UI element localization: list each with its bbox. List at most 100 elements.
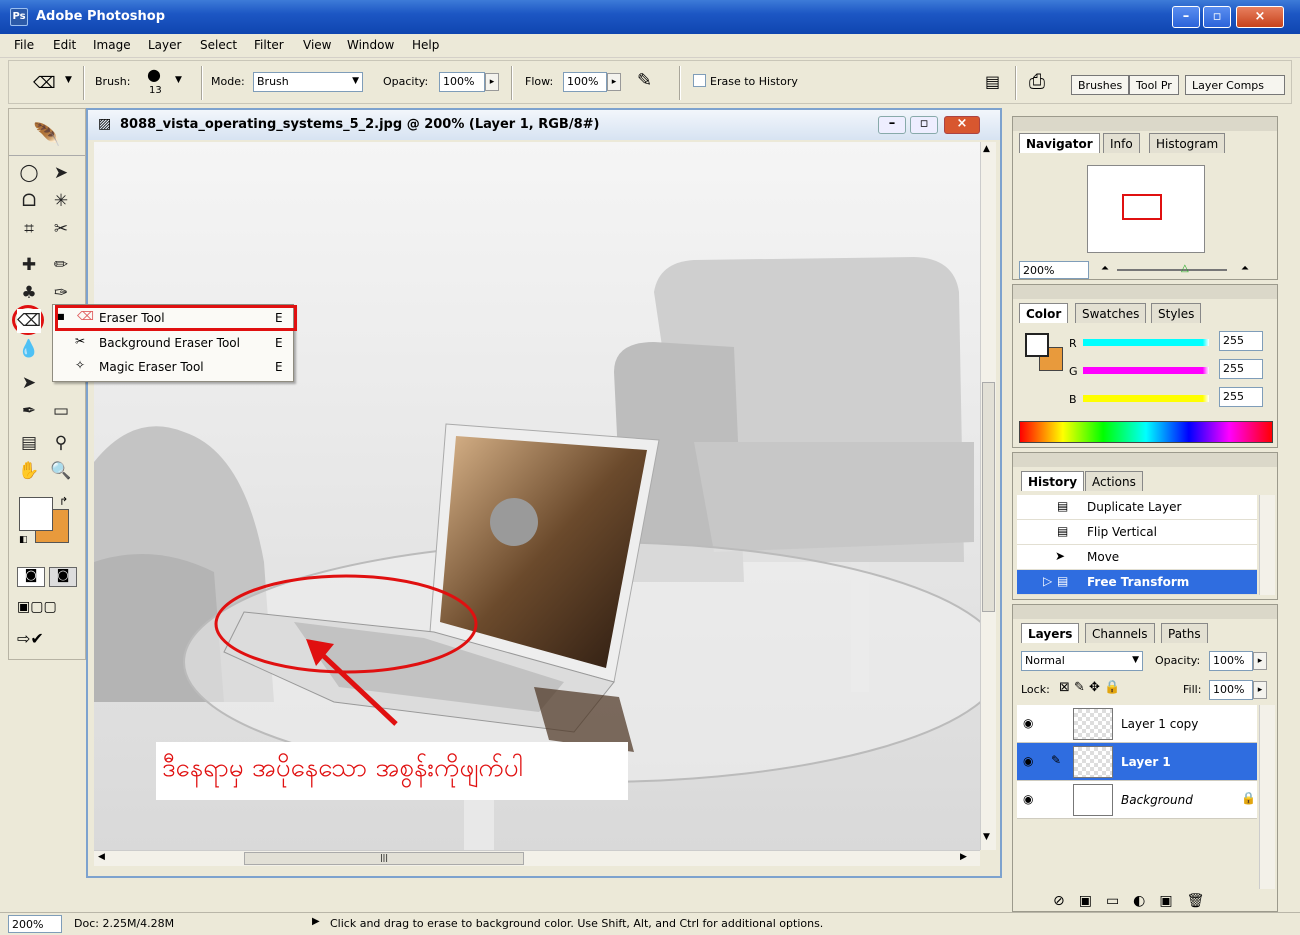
history-scrollbar[interactable]: [1259, 495, 1275, 595]
b-value-input[interactable]: 255: [1219, 387, 1263, 407]
tab-histogram[interactable]: Histogram: [1149, 133, 1226, 153]
crop-tool-icon[interactable]: ⌗: [17, 217, 41, 241]
menu-layer[interactable]: Layer: [148, 38, 181, 52]
quick-mask-icon[interactable]: ◙: [49, 567, 77, 587]
navigator-view-box[interactable]: [1122, 194, 1162, 220]
flyout-background-eraser-tool[interactable]: ✂ Background Eraser Tool E: [53, 332, 293, 356]
scroll-left-icon[interactable]: ◀: [98, 852, 105, 862]
history-item[interactable]: ➤ Move: [1017, 545, 1257, 570]
minimize-button[interactable]: –: [1172, 6, 1200, 28]
foreground-color-swatch[interactable]: [19, 497, 53, 531]
tab-history[interactable]: History: [1021, 471, 1085, 491]
status-zoom-input[interactable]: 200%: [8, 915, 62, 933]
history-item[interactable]: ▤ Duplicate Layer: [1017, 495, 1257, 520]
vertical-scroll-thumb[interactable]: [982, 382, 995, 612]
menu-help[interactable]: Help: [412, 38, 439, 52]
navigator-zoom-input[interactable]: 200%: [1019, 261, 1089, 279]
tab-layers[interactable]: Layers: [1021, 623, 1080, 643]
eraser-tool-icon[interactable]: ⌫: [17, 309, 41, 333]
move-tool-icon[interactable]: ➤: [49, 161, 73, 185]
tab-channels[interactable]: Channels: [1085, 623, 1155, 643]
doc-maximize-button[interactable]: ▫: [910, 116, 938, 134]
color-spectrum-bar[interactable]: [1019, 421, 1273, 443]
opacity-input[interactable]: 100%: [439, 72, 485, 92]
eyedropper-icon[interactable]: ⚲: [49, 431, 73, 455]
doc-minimize-button[interactable]: –: [878, 116, 906, 134]
image-canvas[interactable]: ဒီနေရာမှ အပိုနေသော အစွန်းကိုဖျက်ပါ: [94, 142, 980, 850]
erase-to-history-checkbox[interactable]: [693, 74, 706, 87]
flow-slider-button[interactable]: ▸: [607, 73, 621, 91]
pen-tool-icon[interactable]: ✒: [17, 399, 41, 423]
scroll-up-icon[interactable]: ▲: [983, 144, 990, 154]
hand-tool-icon[interactable]: ✋: [17, 459, 41, 483]
layer-row[interactable]: ◉ Background 🔒: [1017, 781, 1257, 819]
jump-to-imageready-icon[interactable]: ⇨✔: [17, 629, 44, 648]
file-browser-icon[interactable]: ▤: [985, 72, 1000, 91]
scroll-right-icon[interactable]: ▶: [960, 852, 967, 862]
zoom-out-icon[interactable]: ⏶: [1101, 263, 1109, 274]
eye-icon[interactable]: ◉: [1023, 754, 1033, 768]
airbrush-icon[interactable]: ✎: [637, 70, 652, 91]
shape-tool-icon[interactable]: ▭: [49, 399, 73, 423]
history-item-selected[interactable]: ▷ ▤ Free Transform: [1017, 570, 1257, 595]
blur-tool-icon[interactable]: 💧: [17, 337, 41, 361]
eye-icon[interactable]: ◉: [1023, 792, 1033, 806]
opacity-slider-button[interactable]: ▸: [485, 73, 499, 91]
maximize-button[interactable]: ▫: [1203, 6, 1231, 28]
vertical-scrollbar[interactable]: ▲ ▼: [980, 142, 996, 850]
menu-view[interactable]: View: [303, 38, 331, 52]
horizontal-scrollbar[interactable]: ◀ ||| ▶: [94, 850, 980, 866]
magic-wand-icon[interactable]: ✳: [49, 189, 73, 213]
default-colors-icon[interactable]: ◧: [19, 535, 28, 545]
close-button[interactable]: ×: [1236, 6, 1284, 28]
screen-mode-icons[interactable]: ▣▢▢: [17, 599, 57, 615]
feather-logo-icon[interactable]: 🪶: [13, 123, 81, 151]
marquee-tool-icon[interactable]: ◯: [17, 161, 41, 185]
layer-row[interactable]: ◉ Layer 1 copy: [1017, 705, 1257, 743]
palette-well-layercomps-tab[interactable]: Layer Comps: [1185, 75, 1285, 95]
menu-file[interactable]: File: [14, 38, 34, 52]
menu-filter[interactable]: Filter: [254, 38, 284, 52]
r-value-input[interactable]: 255: [1219, 331, 1263, 351]
fill-slider-button[interactable]: ▸: [1253, 681, 1267, 699]
g-slider[interactable]: [1083, 367, 1209, 374]
layer-row-selected[interactable]: ◉ ✎ Layer 1: [1017, 743, 1257, 781]
fill-input[interactable]: 100%: [1209, 680, 1253, 700]
layer-opacity-input[interactable]: 100%: [1209, 651, 1253, 671]
layers-scrollbar[interactable]: [1259, 705, 1275, 889]
flow-input[interactable]: 100%: [563, 72, 607, 92]
eraser-preset-icon[interactable]: ⌫: [33, 73, 56, 92]
mode-select[interactable]: Brush ▼: [253, 72, 363, 92]
status-menu-arrow-icon[interactable]: ▶: [312, 916, 320, 927]
tab-navigator[interactable]: Navigator: [1019, 133, 1100, 153]
zoom-tool-icon[interactable]: 🔍: [49, 459, 73, 483]
tab-swatches[interactable]: Swatches: [1075, 303, 1147, 323]
color-fg-swatch[interactable]: [1025, 333, 1049, 357]
palette-well-brushes-tab[interactable]: Brushes: [1071, 75, 1130, 95]
tab-styles[interactable]: Styles: [1151, 303, 1202, 323]
zoom-slider-thumb[interactable]: △: [1181, 263, 1189, 274]
zoom-slider[interactable]: [1117, 269, 1227, 271]
horizontal-scroll-thumb[interactable]: |||: [244, 852, 524, 865]
menu-edit[interactable]: Edit: [53, 38, 76, 52]
menu-image[interactable]: Image: [93, 38, 131, 52]
path-selection-icon[interactable]: ➤: [17, 371, 41, 395]
notes-tool-icon[interactable]: ▤: [17, 431, 41, 455]
tab-paths[interactable]: Paths: [1161, 623, 1208, 643]
slice-tool-icon[interactable]: ✂: [49, 217, 73, 241]
menu-window[interactable]: Window: [347, 38, 394, 52]
layer-bottom-buttons[interactable]: ⊘▣▭◐▣🗑: [1053, 893, 1218, 909]
history-brush-icon[interactable]: ✑: [49, 281, 73, 305]
history-item[interactable]: ▤ Flip Vertical: [1017, 520, 1257, 545]
layer-opacity-slider-button[interactable]: ▸: [1253, 652, 1267, 670]
b-slider[interactable]: [1083, 395, 1209, 402]
tab-color[interactable]: Color: [1019, 303, 1069, 323]
brush-dot-icon[interactable]: ●: [147, 65, 161, 84]
clone-stamp-icon[interactable]: ♣: [17, 281, 41, 305]
tab-actions[interactable]: Actions: [1085, 471, 1143, 491]
flyout-magic-eraser-tool[interactable]: ✧ Magic Eraser Tool E: [53, 356, 293, 380]
brush-dropdown-icon[interactable]: ▼: [175, 75, 182, 85]
r-slider[interactable]: [1083, 339, 1209, 346]
tab-info[interactable]: Info: [1103, 133, 1140, 153]
swap-colors-icon[interactable]: ↱: [59, 495, 68, 508]
